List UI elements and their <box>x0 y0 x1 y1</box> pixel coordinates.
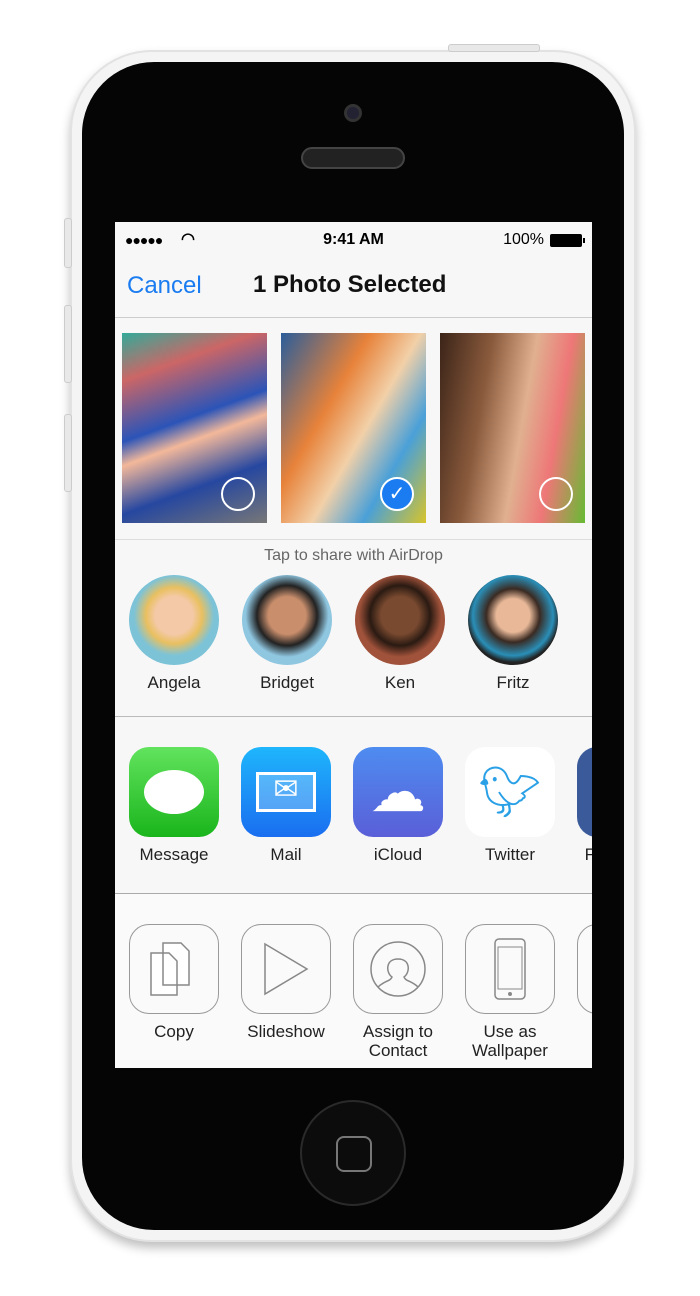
action-label: Copy <box>154 1022 194 1041</box>
assign-to-contact-button[interactable]: Assign to Contact <box>353 924 443 1068</box>
page-title: 1 Photo Selected <box>253 271 447 298</box>
airdrop-contact[interactable]: Angela <box>129 575 219 716</box>
nav-bar: Cancel 1 Photo Selected <box>115 258 592 318</box>
photo-thumbnail[interactable] <box>440 333 585 523</box>
contact-name: Bridget <box>260 673 314 692</box>
mail-icon: ✉ <box>241 747 331 837</box>
app-label: Mail <box>270 845 302 864</box>
twitter-icon: 🐦︎ <box>465 747 555 837</box>
message-icon <box>129 747 219 837</box>
avatar <box>242 575 332 665</box>
airdrop-hint: Tap to share with AirDrop <box>264 547 443 564</box>
photo-thumbnail[interactable] <box>122 333 267 523</box>
airdrop-contact[interactable]: Bridget <box>242 575 332 716</box>
more-action-button[interactable] <box>577 924 592 1068</box>
copy-button[interactable]: Copy <box>129 924 219 1068</box>
share-sheet-screen: ●●●●● ◠ 9:41 AM 100% Cancel 1 Photo Sele… <box>115 222 592 1068</box>
photo-thumbnail[interactable]: ✓ <box>281 333 426 523</box>
share-twitter-button[interactable]: 🐦︎ Twitter <box>465 747 555 893</box>
share-actions-row: Copy Slideshow Assign to Contact Use as … <box>115 894 592 1068</box>
airdrop-contact[interactable]: Ken <box>355 575 445 716</box>
contact-icon <box>353 924 443 1014</box>
unselected-circle-icon[interactable] <box>221 477 255 511</box>
selected-checkmark-icon[interactable]: ✓ <box>380 477 414 511</box>
battery-icon <box>550 233 585 247</box>
mute-switch <box>64 218 72 268</box>
airdrop-contact[interactable]: Fritz <box>468 575 558 716</box>
app-label: iCloud <box>373 845 423 864</box>
action-label: Assign to Contact <box>363 1022 433 1060</box>
app-label: Message <box>139 845 209 864</box>
sleep-button <box>448 44 540 52</box>
volume-up-button <box>64 305 72 383</box>
app-label: Facebook <box>584 845 592 864</box>
avatar <box>355 575 445 665</box>
front-camera <box>344 104 362 122</box>
home-button[interactable] <box>300 1100 406 1206</box>
battery-percent: 100% <box>503 231 544 248</box>
use-as-wallpaper-button[interactable]: Use as Wallpaper <box>465 924 555 1068</box>
share-mail-button[interactable]: ✉ Mail <box>241 747 331 893</box>
partial-action-icon <box>577 924 592 1014</box>
volume-down-button <box>64 414 72 492</box>
share-message-button[interactable]: Message <box>129 747 219 893</box>
icloud-icon: ☁ <box>353 747 443 837</box>
facebook-icon <box>577 747 592 837</box>
photo-strip: ✓ <box>115 318 592 540</box>
earpiece-speaker <box>301 147 405 169</box>
slideshow-button[interactable]: Slideshow <box>241 924 331 1068</box>
app-label: Twitter <box>484 845 536 864</box>
action-label: Use as Wallpaper <box>472 1022 548 1060</box>
contact-name: Fritz <box>496 673 530 692</box>
contact-name: Ken <box>384 673 416 692</box>
unselected-circle-icon[interactable] <box>539 477 573 511</box>
cancel-button[interactable]: Cancel <box>127 272 202 300</box>
status-bar: ●●●●● ◠ 9:41 AM 100% <box>115 222 592 258</box>
phone-icon <box>465 924 555 1014</box>
avatar <box>468 575 558 665</box>
share-apps-row: Message ✉ Mail ☁ iCloud 🐦︎ Twitter Facebook <box>115 717 592 894</box>
avatar <box>129 575 219 665</box>
contact-name: Angela <box>147 673 201 692</box>
home-square-icon <box>336 1136 372 1172</box>
share-icloud-button[interactable]: ☁ iCloud <box>353 747 443 893</box>
copy-icon <box>129 924 219 1014</box>
action-label: Slideshow <box>247 1022 325 1041</box>
airdrop-people: Angela Bridget Ken Fritz <box>115 565 592 717</box>
play-icon <box>241 924 331 1014</box>
share-facebook-button[interactable]: Facebook <box>577 747 592 893</box>
